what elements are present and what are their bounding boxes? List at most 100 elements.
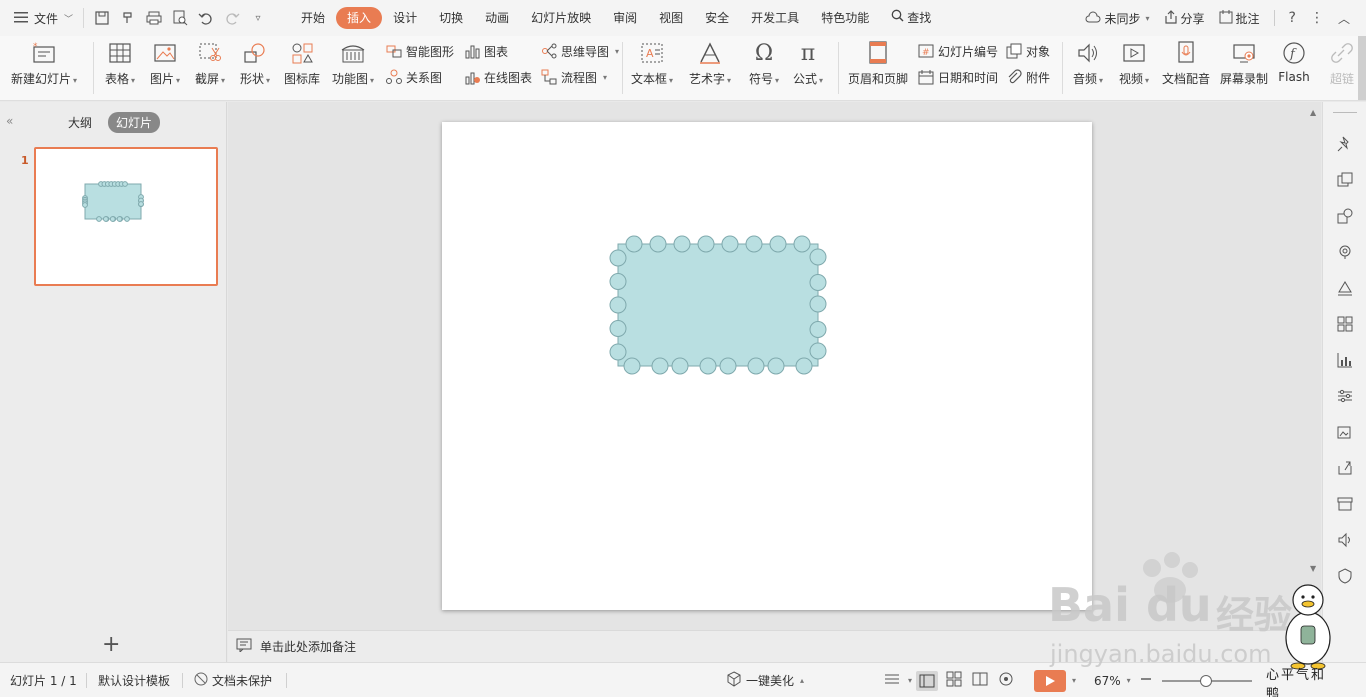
file-menu[interactable]: 文件 ﹀ bbox=[0, 0, 83, 36]
print-icon[interactable] bbox=[146, 10, 162, 26]
slide-canvas[interactable] bbox=[442, 122, 1092, 610]
tab-insert[interactable]: 插入 bbox=[336, 7, 383, 29]
zoom-slider[interactable] bbox=[1162, 663, 1252, 697]
customize-toolbar-icon[interactable]: ▿ bbox=[250, 10, 266, 26]
share-button[interactable]: 分享 bbox=[1164, 9, 1205, 27]
screenshot-button[interactable]: 截屏 ▾ bbox=[190, 36, 230, 87]
flow-chart-button[interactable]: 流程图 ▾ bbox=[541, 68, 607, 86]
shield-icon[interactable] bbox=[1335, 566, 1355, 586]
tab-developer[interactable]: 开发工具 bbox=[740, 7, 810, 29]
header-footer-button[interactable]: 页眉和页脚 bbox=[845, 36, 911, 87]
shape-button[interactable]: 形状 ▾ bbox=[235, 36, 275, 87]
image-icon[interactable] bbox=[1335, 422, 1355, 442]
scallop-circle bbox=[747, 357, 765, 375]
slide-thumbnail[interactable] bbox=[34, 147, 218, 286]
slide-number-button[interactable]: # 幻灯片编号 bbox=[918, 42, 998, 60]
tab-outline[interactable]: 大纲 bbox=[60, 112, 100, 133]
zoom-thumb[interactable] bbox=[1200, 674, 1212, 687]
copy-icon[interactable] bbox=[1335, 170, 1355, 190]
vertical-scrollbar[interactable]: ▲ ▼ bbox=[1308, 104, 1320, 628]
tab-special[interactable]: 特色功能 bbox=[810, 7, 880, 29]
tab-slides[interactable]: 幻灯片 bbox=[108, 112, 161, 133]
menu-bar: 文件 ﹀ ▿ 开始 插入 设计 切换 动画 幻灯片放映 审阅 视图 安全 开发工… bbox=[0, 0, 1366, 36]
comment-button[interactable]: 批注 bbox=[1219, 9, 1260, 27]
ribbon-scrollbar[interactable] bbox=[1358, 36, 1366, 100]
collapse-ribbon-icon[interactable]: ︿ bbox=[1338, 10, 1350, 27]
attachment-button[interactable]: 附件 bbox=[1006, 68, 1050, 86]
sync-status[interactable]: 未同步 ▾ bbox=[1085, 10, 1150, 27]
flow-chart-label: 流程图 bbox=[561, 70, 598, 85]
search-button[interactable]: 查找 bbox=[880, 7, 942, 29]
screen-record-button[interactable]: 屏幕录制 bbox=[1216, 36, 1272, 87]
presenter-view-button[interactable] bbox=[998, 663, 1016, 697]
template-name[interactable]: 默认设计模板 bbox=[98, 663, 170, 697]
doc-voice-button[interactable]: 文档配音 bbox=[1158, 36, 1214, 87]
play-slideshow-button[interactable]: ▾ bbox=[1034, 663, 1076, 697]
shapes-icon[interactable] bbox=[1335, 206, 1355, 226]
wordart-button[interactable]: 艺术字 ▾ bbox=[685, 36, 735, 87]
scalloped-rectangle-shape[interactable] bbox=[442, 122, 1092, 610]
settings-sliders-icon[interactable] bbox=[1335, 386, 1355, 406]
format-painter-icon[interactable] bbox=[120, 10, 136, 26]
protection-status[interactable]: 文档未保护 bbox=[194, 663, 272, 697]
tab-animations[interactable]: 动画 bbox=[474, 7, 520, 29]
object-button[interactable]: 对象 bbox=[1006, 42, 1050, 60]
tab-slideshow[interactable]: 幻灯片放映 bbox=[520, 7, 602, 29]
help-icon[interactable]: ? bbox=[1289, 10, 1296, 26]
picture-button[interactable]: 图片 ▾ bbox=[145, 36, 185, 87]
slide-sorter-button[interactable] bbox=[946, 663, 962, 697]
tab-view[interactable]: 视图 bbox=[648, 7, 694, 29]
save-icon[interactable] bbox=[94, 10, 110, 26]
beautify-button[interactable]: 一键美化 ▴ bbox=[726, 663, 804, 697]
scroll-down-icon[interactable]: ▼ bbox=[1310, 564, 1316, 573]
caret-icon: ▾ bbox=[775, 76, 780, 85]
icon-library-button[interactable]: 图标库 bbox=[280, 36, 324, 87]
archive-icon[interactable] bbox=[1335, 494, 1355, 514]
notes-toggle-button[interactable]: ▾ bbox=[884, 663, 912, 697]
tab-security[interactable]: 安全 bbox=[694, 7, 740, 29]
online-chart-button[interactable]: 在线图表 bbox=[464, 68, 532, 86]
notes-pane[interactable]: 单击此处添加备注 bbox=[228, 630, 1321, 662]
flash-button[interactable]: f Flash bbox=[1274, 36, 1314, 84]
relation-chart-button[interactable]: 关系图 bbox=[386, 68, 442, 86]
volume-icon[interactable] bbox=[1335, 530, 1355, 550]
tab-transitions[interactable]: 切换 bbox=[428, 7, 474, 29]
chart-icon[interactable] bbox=[1335, 350, 1355, 370]
reading-view-button[interactable] bbox=[972, 663, 988, 697]
grid-icon[interactable] bbox=[1335, 314, 1355, 334]
zoom-level[interactable]: 67% ▾ bbox=[1094, 663, 1131, 697]
pin-icon[interactable] bbox=[1335, 134, 1355, 154]
more-icon[interactable]: ⋮ bbox=[1310, 10, 1324, 26]
scroll-up-icon[interactable]: ▲ bbox=[1310, 108, 1316, 117]
location-icon[interactable] bbox=[1335, 242, 1355, 262]
textbox-button[interactable]: A 文本框 ▾ bbox=[628, 36, 676, 87]
scallop-circle bbox=[102, 216, 109, 222]
chart-button[interactable]: 图表 bbox=[464, 42, 508, 60]
tab-review[interactable]: 审阅 bbox=[602, 7, 648, 29]
hyperlink-button[interactable]: 超链 bbox=[1322, 36, 1362, 87]
divider bbox=[1273, 10, 1275, 26]
video-button[interactable]: 视频 ▾ bbox=[1112, 36, 1156, 87]
normal-view-button[interactable] bbox=[916, 663, 938, 697]
new-slide-button[interactable]: * 新建幻灯片 ▾ bbox=[10, 36, 78, 87]
smart-shape-button[interactable]: 智能图形 bbox=[386, 42, 454, 60]
share-out-icon[interactable] bbox=[1335, 458, 1355, 478]
add-slide-button[interactable]: + bbox=[102, 632, 120, 657]
table-button[interactable]: 表格 ▾ bbox=[100, 36, 140, 87]
undo-icon[interactable] bbox=[198, 10, 214, 26]
function-chart-button[interactable]: 功能图 ▾ bbox=[328, 36, 378, 87]
print-preview-icon[interactable] bbox=[172, 10, 188, 26]
picture-label: 图片 bbox=[149, 72, 174, 86]
scallop-circle bbox=[116, 216, 123, 222]
formula-button[interactable]: π 公式 ▾ bbox=[788, 36, 828, 87]
tab-home[interactable]: 开始 bbox=[290, 7, 336, 29]
tab-design[interactable]: 设计 bbox=[382, 7, 428, 29]
mind-map-button[interactable]: 思维导图 ▾ bbox=[541, 42, 619, 60]
audio-button[interactable]: 音频 ▾ bbox=[1066, 36, 1110, 87]
zoom-out-button[interactable] bbox=[1140, 663, 1152, 697]
fill-icon[interactable] bbox=[1335, 278, 1355, 298]
collapse-panel-icon[interactable]: « bbox=[6, 114, 13, 128]
symbol-button[interactable]: Ω 符号 ▾ bbox=[744, 36, 784, 87]
date-time-button[interactable]: 日期和时间 bbox=[918, 68, 998, 86]
redo-icon[interactable] bbox=[224, 10, 240, 26]
